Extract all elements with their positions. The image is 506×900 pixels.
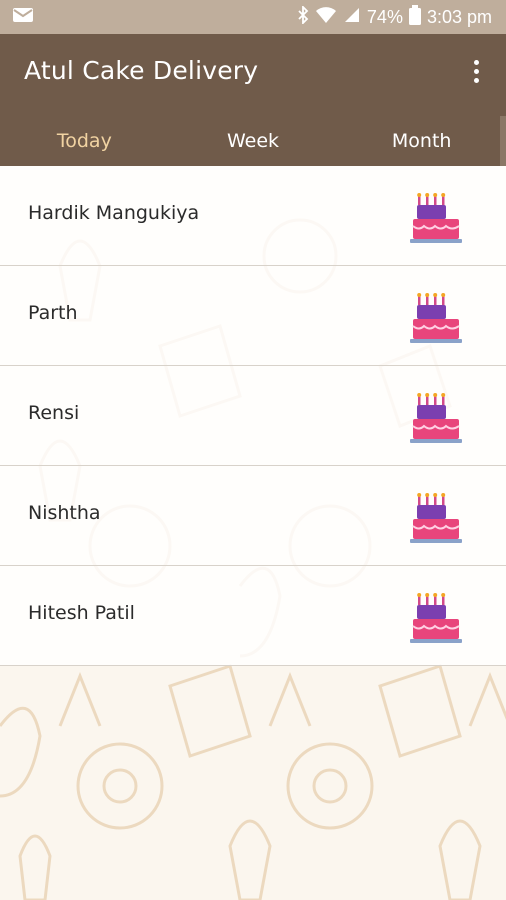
tab-today[interactable]: Today [0, 116, 169, 166]
person-name: Nishtha [28, 502, 101, 524]
wifi-icon [315, 6, 337, 29]
email-icon [12, 7, 34, 28]
birthday-list: Hardik Mangukiya Parth Rensi Nishtha Hit… [0, 166, 506, 666]
battery-icon [408, 4, 421, 30]
more-options-button[interactable] [464, 56, 488, 86]
person-name: Parth [28, 302, 78, 324]
signal-icon [343, 6, 361, 29]
person-name: Rensi [28, 402, 80, 424]
clock: 3:03 pm [426, 6, 492, 27]
list-item[interactable]: Nishtha [0, 466, 506, 566]
app-bar: Atul Cake Delivery Today Week Month [0, 34, 506, 166]
list-item[interactable]: Hitesh Patil [0, 566, 506, 666]
birthday-cake-icon [410, 393, 462, 443]
status-bar: 74% 3:03 pm [0, 0, 506, 34]
person-name: Hardik Mangukiya [28, 202, 200, 224]
tab-scroll-indicator [500, 116, 506, 166]
birthday-cake-icon [410, 493, 462, 543]
tab-week[interactable]: Week [169, 116, 338, 166]
list-item[interactable]: Hardik Mangukiya [0, 166, 506, 266]
tab-bar: Today Week Month [0, 116, 506, 166]
birthday-cake-icon [410, 293, 462, 343]
tab-month[interactable]: Month [337, 116, 506, 166]
more-vertical-icon [473, 59, 479, 65]
battery-percent: 74% [366, 6, 403, 27]
app-title: Atul Cake Delivery [24, 56, 259, 85]
list-item[interactable]: Parth [0, 266, 506, 366]
birthday-cake-icon [410, 593, 462, 643]
birthday-cake-icon [410, 193, 462, 243]
person-name: Hitesh Patil [28, 602, 135, 624]
list-item[interactable]: Rensi [0, 366, 506, 466]
bluetooth-icon [297, 4, 309, 29]
